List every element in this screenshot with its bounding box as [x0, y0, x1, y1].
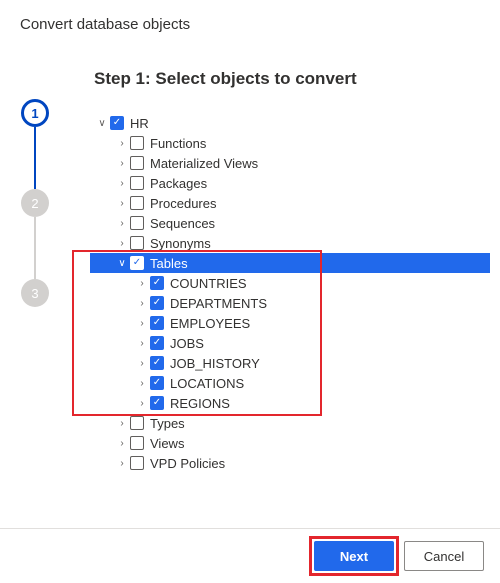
dialog-footer: Next Cancel: [0, 528, 500, 583]
tree-label: DEPARTMENTS: [170, 296, 267, 311]
tree-label: EMPLOYEES: [170, 316, 250, 331]
chevron-right-icon[interactable]: ›: [136, 338, 148, 349]
tree-node[interactable]: › JOBS: [90, 333, 490, 353]
tree-node[interactable]: › Views: [90, 433, 490, 453]
tree-label: JOBS: [170, 336, 204, 351]
chevron-right-icon[interactable]: ›: [136, 358, 148, 369]
chevron-right-icon[interactable]: ›: [116, 178, 128, 189]
tree-label: Functions: [150, 136, 206, 151]
tree-label: Tables: [150, 256, 188, 271]
tree-node[interactable]: › Materialized Views: [90, 153, 490, 173]
tree-label: Synonyms: [150, 236, 211, 251]
cancel-button[interactable]: Cancel: [404, 541, 484, 571]
checkbox[interactable]: [130, 236, 144, 250]
checkbox[interactable]: [110, 116, 124, 130]
tree-node[interactable]: › Sequences: [90, 213, 490, 233]
step-1: 1: [21, 99, 49, 127]
chevron-right-icon[interactable]: ›: [136, 278, 148, 289]
tree-label: COUNTRIES: [170, 276, 247, 291]
tree-label: Packages: [150, 176, 207, 191]
step-connector: [34, 127, 36, 189]
tree-node[interactable]: › EMPLOYEES: [90, 313, 490, 333]
tree-node[interactable]: › VPD Policies: [90, 453, 490, 473]
tree-node[interactable]: › DEPARTMENTS: [90, 293, 490, 313]
tree-node[interactable]: › Procedures: [90, 193, 490, 213]
tree-label: Sequences: [150, 216, 215, 231]
tree-node[interactable]: › REGIONS: [90, 393, 490, 413]
checkbox[interactable]: [150, 336, 164, 350]
tree-node[interactable]: › JOB_HISTORY: [90, 353, 490, 373]
tree-node[interactable]: › Types: [90, 413, 490, 433]
tree-label: Types: [150, 416, 185, 431]
stepper: 1 2 3: [0, 45, 70, 307]
step-heading: Step 1: Select objects to convert: [70, 49, 490, 113]
tree-node[interactable]: › Functions: [90, 133, 490, 153]
chevron-right-icon[interactable]: ›: [136, 378, 148, 389]
chevron-down-icon[interactable]: ∨: [116, 258, 128, 269]
tree-label: Views: [150, 436, 184, 451]
checkbox[interactable]: [150, 396, 164, 410]
tree-node[interactable]: › Synonyms: [90, 233, 490, 253]
checkbox[interactable]: [130, 136, 144, 150]
checkbox[interactable]: [150, 316, 164, 330]
tree-node[interactable]: › COUNTRIES: [90, 273, 490, 293]
chevron-right-icon[interactable]: ›: [116, 238, 128, 249]
step-connector: [34, 217, 36, 279]
checkbox[interactable]: [130, 156, 144, 170]
main-panel: Step 1: Select objects to convert ∨ HR ›…: [70, 45, 500, 473]
checkbox[interactable]: [150, 276, 164, 290]
chevron-right-icon[interactable]: ›: [116, 438, 128, 449]
tree-node[interactable]: › Packages: [90, 173, 490, 193]
next-button[interactable]: Next: [314, 541, 394, 571]
chevron-down-icon[interactable]: ∨: [96, 118, 108, 129]
checkbox[interactable]: [150, 296, 164, 310]
chevron-right-icon[interactable]: ›: [116, 138, 128, 149]
checkbox[interactable]: [130, 416, 144, 430]
chevron-right-icon[interactable]: ›: [136, 318, 148, 329]
tree-label: VPD Policies: [150, 456, 225, 471]
chevron-right-icon[interactable]: ›: [116, 418, 128, 429]
tree-node[interactable]: › LOCATIONS: [90, 373, 490, 393]
tree-label: REGIONS: [170, 396, 230, 411]
tree-node-hr[interactable]: ∨ HR: [90, 113, 490, 133]
chevron-right-icon[interactable]: ›: [136, 398, 148, 409]
checkbox[interactable]: [150, 356, 164, 370]
step-3: 3: [21, 279, 49, 307]
tree-node-tables[interactable]: ∨ Tables: [90, 253, 490, 273]
dialog-title: Convert database objects: [0, 0, 500, 45]
checkbox[interactable]: [130, 196, 144, 210]
tree-label: HR: [130, 116, 149, 131]
checkbox[interactable]: [130, 176, 144, 190]
chevron-right-icon[interactable]: ›: [136, 298, 148, 309]
object-tree[interactable]: ∨ HR › Functions › Materialized Views › Packa…: [70, 113, 490, 473]
checkbox[interactable]: [130, 216, 144, 230]
checkbox[interactable]: [130, 436, 144, 450]
checkbox[interactable]: [130, 456, 144, 470]
checkbox[interactable]: [130, 256, 144, 270]
checkbox[interactable]: [150, 376, 164, 390]
step-2: 2: [21, 189, 49, 217]
chevron-right-icon[interactable]: ›: [116, 218, 128, 229]
tree-label: Procedures: [150, 196, 216, 211]
chevron-right-icon[interactable]: ›: [116, 158, 128, 169]
tree-label: LOCATIONS: [170, 376, 244, 391]
tree-label: JOB_HISTORY: [170, 356, 260, 371]
chevron-right-icon[interactable]: ›: [116, 198, 128, 209]
chevron-right-icon[interactable]: ›: [116, 458, 128, 469]
tree-label: Materialized Views: [150, 156, 258, 171]
